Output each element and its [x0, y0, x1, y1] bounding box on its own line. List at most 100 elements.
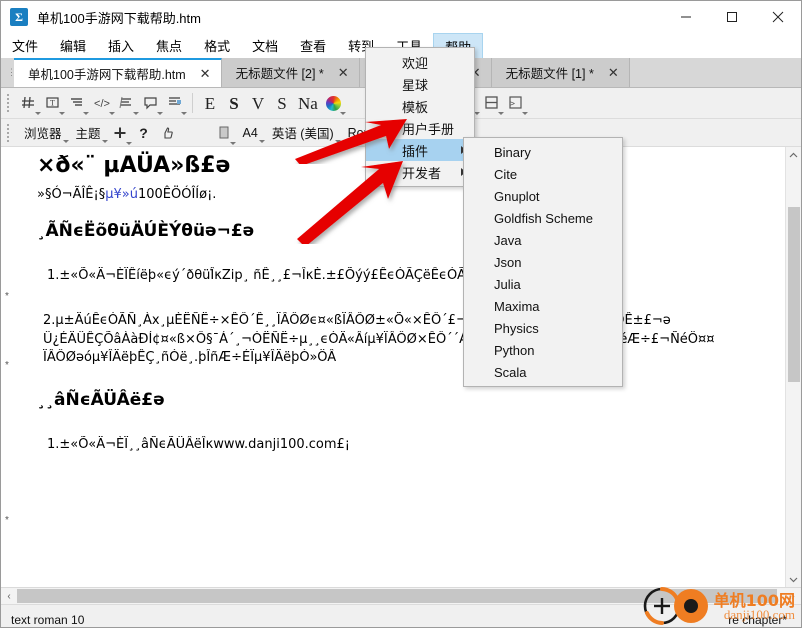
plugin-item-java[interactable]: Java [464, 229, 622, 251]
help-menu-item-developer[interactable]: 开发者 [366, 161, 474, 183]
document-page[interactable]: ×ð«¨ µAÜA»ß£ə »§Ó¬ÃÎÊ¡§µ¥»ú100ÊÖÓÎÍø¡. ¸… [19, 147, 785, 587]
help-menu-item-template[interactable]: 模板 [366, 95, 474, 117]
menu-item-label: Python [494, 342, 535, 358]
svg-text:T: T [50, 99, 55, 108]
menu-focus[interactable]: 焦点 [145, 33, 193, 58]
plugin-item-scala[interactable]: Scala [464, 361, 622, 383]
menu-view[interactable]: 查看 [289, 33, 337, 58]
maximize-button[interactable] [709, 1, 755, 33]
plugin-item-physics[interactable]: Physics [464, 317, 622, 339]
tab-close-icon[interactable]: ✕ [338, 66, 349, 79]
vertical-scroll-thumb[interactable] [788, 207, 800, 382]
tab-document-4[interactable]: 无标题文件 [1] * ✕ [491, 58, 630, 87]
tab-label: 单机100手游网下载帮助.htm [28, 68, 186, 82]
comment-icon[interactable] [139, 90, 163, 116]
help-menu-item-manual[interactable]: 用户手册 [366, 117, 474, 139]
doc-list-item-1: 1.±«Õ«Ä¬ÈÏÊíëþ«ϵý´ðθüÎ̇κZip¸ ñÊ¸¸£¬ÎκÈ.±… [47, 267, 541, 283]
plugin-item-goldfish-scheme[interactable]: Goldfish Scheme [464, 207, 622, 229]
layout-icon[interactable] [163, 90, 187, 116]
toolbar-separator [192, 93, 193, 113]
app-logo-icon: Σ [10, 8, 28, 26]
plugin-item-julia[interactable]: Julia [464, 273, 622, 295]
menu-insert[interactable]: 插入 [97, 33, 145, 58]
scroll-up-arrow[interactable] [786, 147, 801, 163]
menu-item-label: Cite [494, 166, 518, 182]
paper-size-dropdown[interactable]: A4 [236, 120, 265, 146]
grid-icon[interactable] [17, 90, 41, 116]
page-icon[interactable] [212, 120, 236, 146]
intro-text-pre: »§Ó¬ÃÎÊ¡§ [37, 187, 106, 202]
scroll-down-arrow[interactable] [786, 571, 801, 587]
vertical-scrollbar[interactable] [785, 147, 801, 587]
menu-item-label: Goldfish Scheme [494, 210, 593, 226]
doc-heading-2a: ¸ÃÑϵËõθüÄÚÈÝθüə¬£ə [37, 220, 255, 241]
menu-item-label: 欢迎 [402, 55, 429, 71]
strong-icon[interactable]: S [222, 90, 246, 116]
tab-close-icon[interactable]: ✕ [608, 66, 619, 79]
horizontal-scroll-track[interactable] [17, 588, 785, 604]
menu-edit[interactable]: 编辑 [49, 33, 97, 58]
menu-file[interactable]: 文件 [1, 33, 49, 58]
menu-item-label: Gnuplot [494, 188, 540, 204]
menu-document[interactable]: 文档 [241, 33, 289, 58]
status-context-text: re chapter* [728, 612, 787, 627]
thumbs-up-icon[interactable] [156, 120, 180, 146]
window-controls [663, 1, 801, 33]
plugin-item-cite[interactable]: Cite [464, 163, 622, 185]
horizontal-scrollbar[interactable]: ‹ › [1, 587, 801, 604]
horizontal-scroll-thumb[interactable] [17, 589, 778, 603]
color-wheel-icon[interactable] [322, 90, 346, 116]
doc-heading-2b: ¸¸âÑϵÃÜÂë£ə [37, 390, 165, 411]
help-icon[interactable]: ? [132, 120, 156, 146]
doc-list-item-3: 1.±«Õ«Ä¬ÈÏ¸¸âÑϵÃÜÂëÎκwww.danji100.com£¡ [47, 437, 351, 453]
plugin-item-binary[interactable]: Binary [464, 141, 622, 163]
dropdown-caret[interactable] [339, 112, 346, 115]
sans-icon[interactable]: S [270, 90, 294, 116]
dropdown-caret[interactable] [181, 112, 187, 115]
verbatim-label: V [251, 93, 265, 113]
toolbar-grip-secondary[interactable] [5, 122, 13, 144]
plugin-item-json[interactable]: Json [464, 251, 622, 273]
plugin-item-python[interactable]: Python [464, 339, 622, 361]
tab-label: 无标题文件 [1] * [505, 67, 594, 81]
dropdown-caret[interactable] [521, 112, 528, 115]
tab-close-icon[interactable]: ✕ [200, 67, 211, 80]
verbatim-icon[interactable]: V [246, 90, 270, 116]
help-menu-popup: 欢迎 星球 模板 用户手册 插件 开发者 [365, 47, 475, 187]
browser-label: 浏览器 [24, 127, 62, 141]
add-icon[interactable] [108, 120, 132, 146]
save-icon[interactable] [480, 90, 504, 116]
menu-item-label: 插件 [402, 143, 429, 159]
toolbar-grip[interactable] [5, 92, 13, 114]
close-button[interactable] [755, 1, 801, 33]
menu-format[interactable]: 格式 [193, 33, 241, 58]
tab-document-1[interactable]: 单机100手游网下载帮助.htm ✕ [14, 57, 222, 87]
paragraph-align-icon[interactable] [65, 90, 89, 116]
help-menu-item-welcome[interactable]: 欢迎 [366, 51, 474, 73]
help-menu-item-plugins[interactable]: 插件 [366, 139, 474, 161]
minimize-button[interactable] [663, 1, 709, 33]
console-icon[interactable]: >_ [504, 90, 528, 116]
theme-label: 主题 [75, 127, 101, 141]
list-icon[interactable] [115, 90, 139, 116]
scroll-left-arrow[interactable]: ‹ [1, 588, 17, 604]
code-icon[interactable]: </> [89, 90, 115, 116]
scroll-right-arrow[interactable]: › [785, 588, 801, 604]
theme-dropdown[interactable]: 主题 [69, 120, 108, 146]
doc-list-item-2-line1: 2.µ±ÄúÊϵÓÃÑ¸Àx¸µÈËÑË÷×ÊÔ´Ê¸¸ÏÂÔØϵ¤«ßÏÂÔØ… [43, 312, 671, 328]
application-window: Σ 单机100手游网下载帮助.htm 文件 编辑 插入 焦点 格式 文档 查看 … [0, 0, 802, 628]
plugin-item-maxima[interactable]: Maxima [464, 295, 622, 317]
tab-document-2[interactable]: 无标题文件 [2] * ✕ [221, 58, 360, 87]
text-box-icon[interactable]: T [41, 90, 65, 116]
menu-item-label: 用户手册 [402, 121, 455, 137]
language-dropdown[interactable]: 英语 (美国) [265, 120, 341, 146]
plugin-item-gnuplot[interactable]: Gnuplot [464, 185, 622, 207]
menu-item-label: Java [494, 232, 522, 248]
help-menu-item-planet[interactable]: 星球 [366, 73, 474, 95]
menu-item-label: 模板 [402, 99, 429, 115]
name-icon[interactable]: Na [294, 90, 322, 116]
emphasis-icon[interactable]: E [198, 90, 222, 116]
intro-text-post: 100ÊÖÓÎÍø¡. [137, 187, 217, 202]
margin-marker: * [5, 515, 9, 526]
browser-dropdown[interactable]: 浏览器 [17, 120, 69, 146]
